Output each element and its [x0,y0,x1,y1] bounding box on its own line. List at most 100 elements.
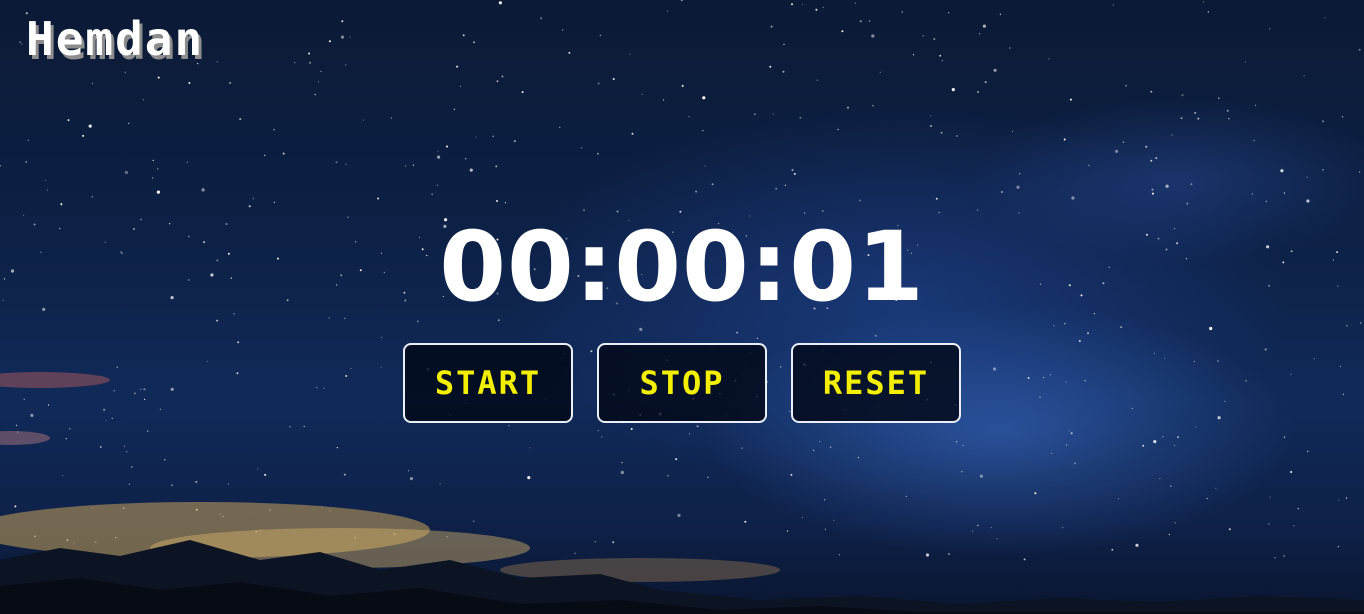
star [143,388,146,391]
star [521,91,524,94]
star [345,375,348,377]
star [0,165,1,167]
star [513,140,516,143]
star [157,76,160,79]
start-button[interactable]: START [403,343,573,423]
star [930,115,932,117]
star [977,524,979,527]
star [1023,558,1026,561]
star [264,154,266,156]
star [948,12,950,14]
star [695,190,698,193]
star [1165,184,1169,188]
star [529,447,531,449]
star [431,193,433,195]
star [294,62,296,64]
star [1068,430,1070,432]
star [407,470,410,472]
star [1226,109,1229,112]
star [816,79,818,81]
star [1339,365,1341,367]
star [88,124,92,128]
star [1053,325,1055,327]
star [1088,164,1090,166]
star [1193,360,1195,363]
star [323,387,325,389]
star [681,84,684,87]
star [111,417,113,419]
star [44,179,47,182]
star [1159,478,1161,480]
star [345,163,347,165]
star [116,366,118,368]
star [67,119,70,122]
star [597,82,600,85]
star [1283,436,1286,438]
star [1190,183,1193,186]
star [972,530,974,532]
star [126,451,128,453]
star [824,528,827,530]
star [597,429,599,432]
reset-button[interactable]: RESET [791,343,961,423]
star [498,1,502,5]
stop-button[interactable]: STOP [597,343,767,423]
star [504,202,507,204]
star [27,139,29,141]
star [1078,340,1081,342]
star [1274,557,1276,559]
star [612,541,615,544]
star [1358,48,1361,51]
star [316,387,318,389]
star [156,190,160,194]
star [1016,185,1020,189]
star [257,468,259,470]
star [872,105,874,107]
star [869,20,871,22]
star [833,519,835,521]
star [264,473,267,476]
star [105,420,107,422]
star [775,187,778,190]
star [992,367,997,371]
star [1253,139,1255,142]
star [1039,396,1041,398]
star [769,65,772,68]
star [133,392,136,395]
star [1293,525,1295,527]
star [336,447,338,449]
star [1283,192,1285,194]
star [314,93,316,96]
star [170,387,174,391]
star [711,183,714,186]
star [19,41,21,43]
star [1297,508,1299,510]
star [879,71,881,73]
star [993,68,997,72]
star [1084,380,1086,382]
star [999,13,1002,15]
star [1268,523,1270,525]
star [335,161,338,164]
star [462,34,465,37]
star [1171,134,1173,136]
star [979,474,984,478]
star [82,134,85,137]
star [871,34,875,38]
star [1269,496,1271,498]
star [1218,97,1220,99]
star [237,341,240,344]
star [854,2,857,4]
star [1265,200,1267,202]
star [744,520,747,523]
star [702,130,704,132]
star [574,552,576,554]
star [702,96,706,100]
star [951,88,955,92]
star [1338,499,1340,501]
star [961,471,963,473]
star [901,11,903,13]
star [641,93,644,95]
star [756,337,759,339]
star [1135,543,1139,547]
